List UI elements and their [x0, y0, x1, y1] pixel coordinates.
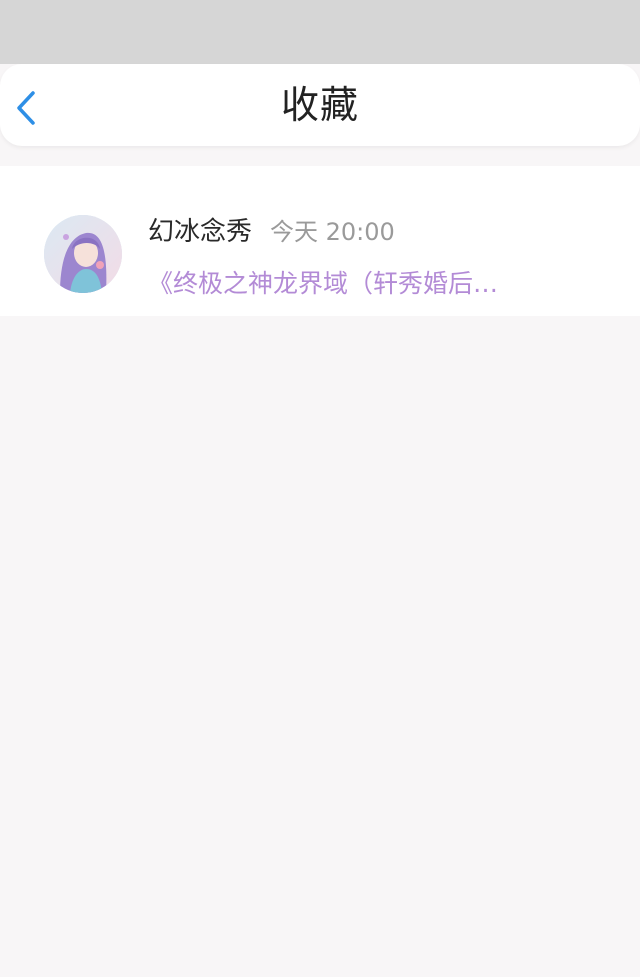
- page-title: 收藏: [280, 83, 359, 127]
- user-name: 幻冰念秀: [148, 217, 253, 247]
- name-row: 幻冰念秀 今天 20:00: [148, 211, 395, 247]
- favorites-list: 幻冰念秀 今天 20:00 《终极之神龙界域（轩秀婚后…: [0, 166, 640, 316]
- chevron-left-icon: [17, 91, 35, 125]
- favorite-preview-text: 《终极之神龙界域（轩秀婚后…: [148, 269, 499, 298]
- status-bar: [0, 0, 640, 64]
- back-button[interactable]: [6, 88, 46, 128]
- header-bar: 收藏: [0, 64, 640, 146]
- avatar[interactable]: [44, 215, 122, 293]
- favorite-item[interactable]: 幻冰念秀 今天 20:00 《终极之神龙界域（轩秀婚后…: [0, 166, 640, 316]
- timestamp: 今天 20:00: [270, 218, 395, 246]
